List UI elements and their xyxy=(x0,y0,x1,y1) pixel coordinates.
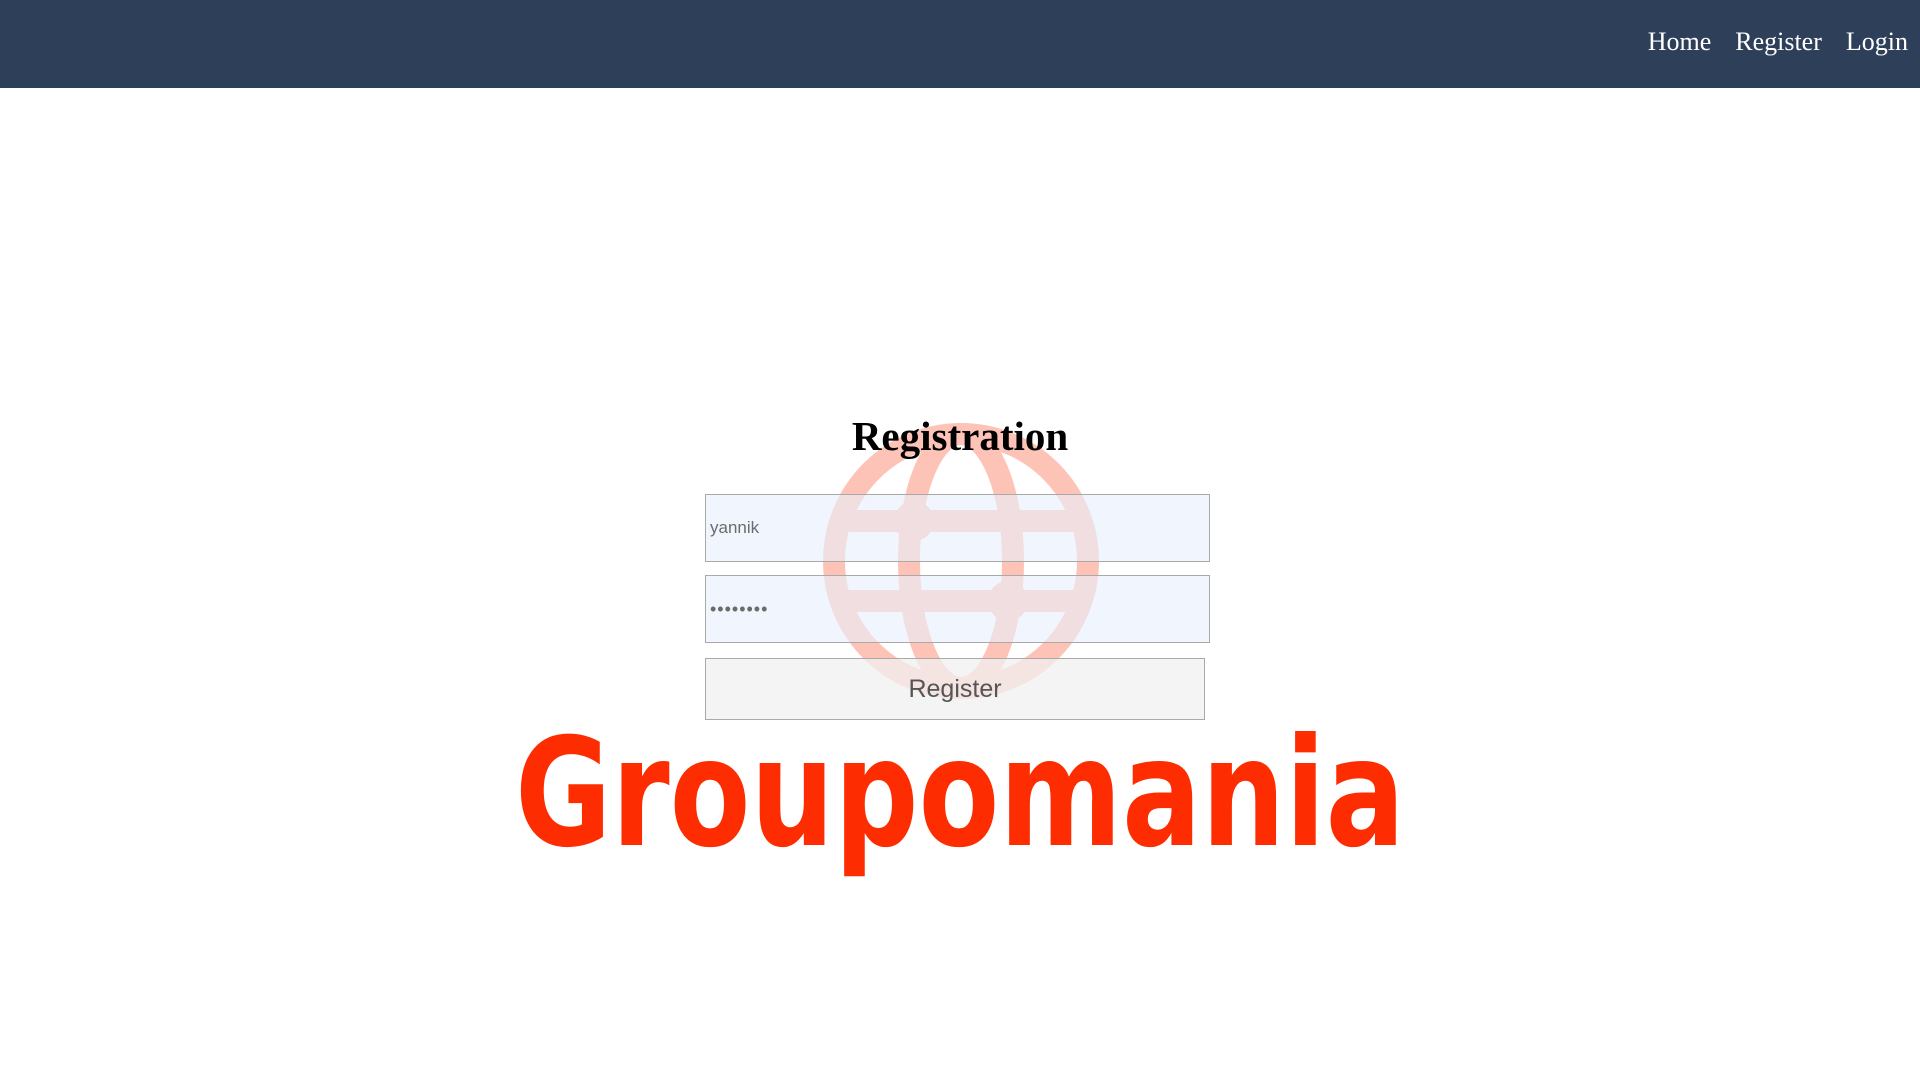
password-input[interactable] xyxy=(705,575,1210,643)
page-title: Registration xyxy=(851,413,1069,459)
username-input[interactable] xyxy=(705,494,1210,562)
groupomania-logo: Groupomania xyxy=(515,707,1405,881)
nav-home-link[interactable]: Home xyxy=(1648,24,1712,60)
logo-wordmark: Groupomania xyxy=(515,707,1405,881)
top-navbar: Home Register Login xyxy=(0,0,1920,88)
nav-login-link[interactable]: Login xyxy=(1846,24,1908,60)
nav-links: Home Register Login xyxy=(1648,24,1908,60)
nav-register-link[interactable]: Register xyxy=(1735,24,1822,60)
